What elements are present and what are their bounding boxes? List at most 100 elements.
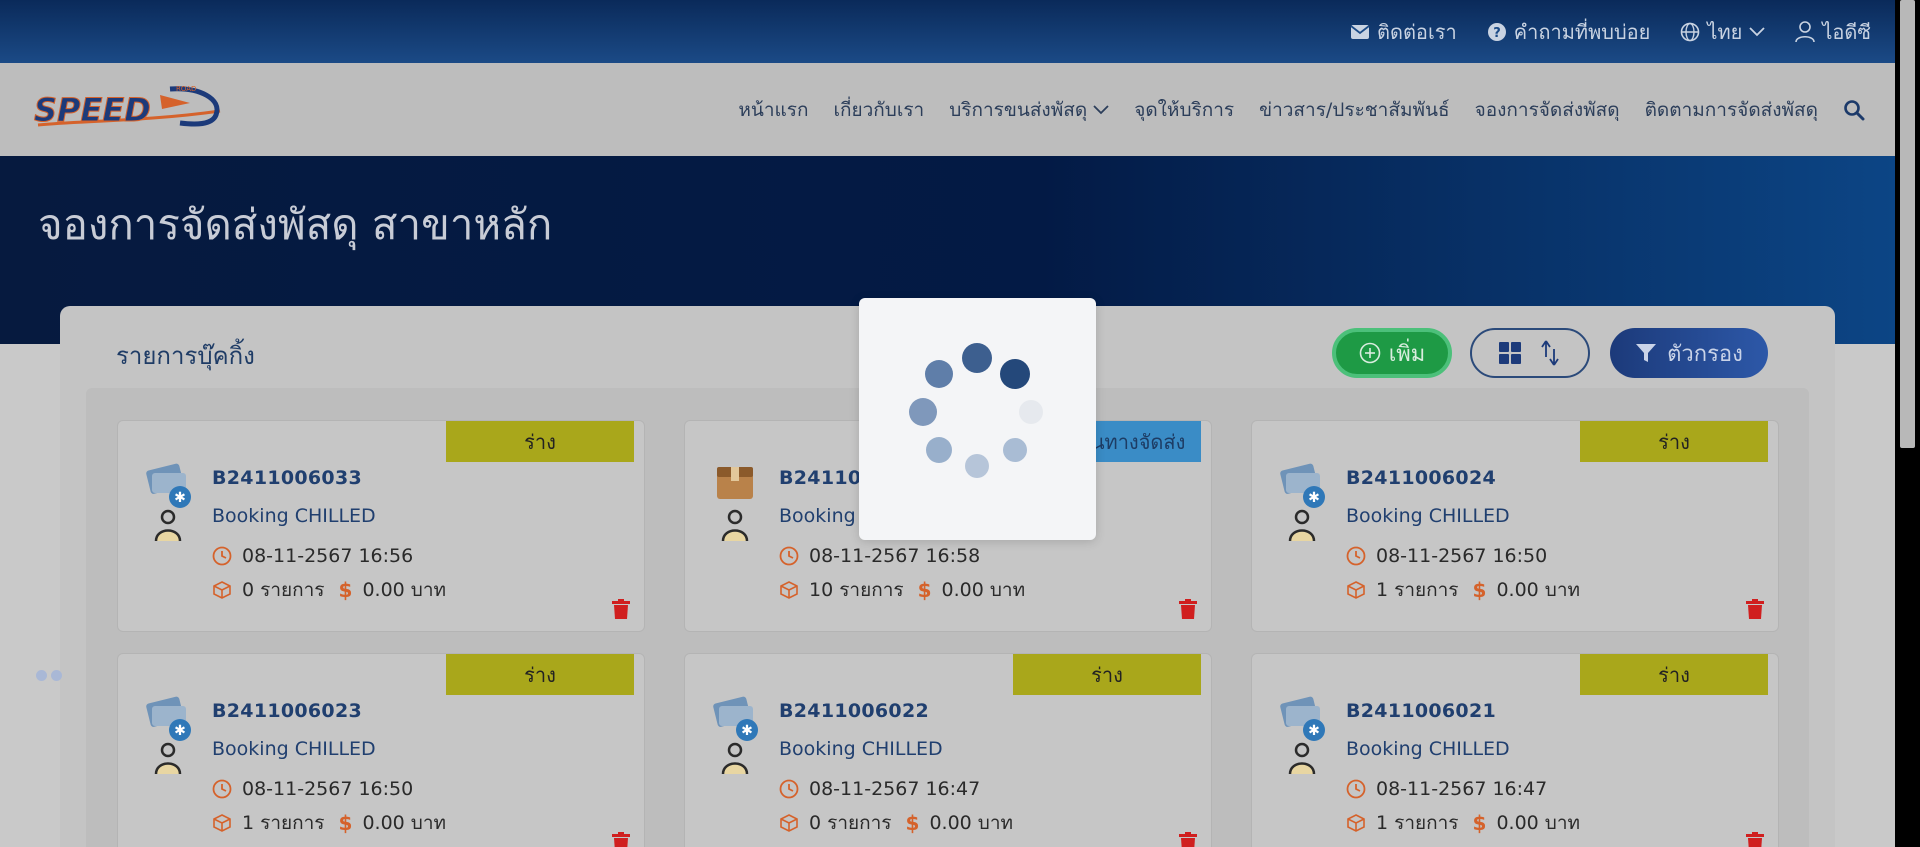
- contact-label: ติดต่อเรา: [1376, 19, 1457, 44]
- side-dots: [36, 670, 62, 681]
- sort-arrows-icon: [1541, 340, 1559, 366]
- trash-icon: [1746, 599, 1764, 619]
- svg-text:SPEED: SPEED: [34, 91, 151, 129]
- booking-amount: 0.00 บาท: [1496, 579, 1581, 601]
- chilled-box-user-icon: ✱: [1278, 694, 1326, 775]
- chilled-box-user-icon: ✱: [144, 461, 192, 542]
- search-button[interactable]: [1843, 99, 1865, 121]
- user-label: ไอดีซี: [1822, 19, 1871, 44]
- delete-button[interactable]: [1179, 832, 1197, 847]
- booking-datetime: 08-11-2567 16:50: [1376, 545, 1548, 567]
- question-circle-icon: ?: [1487, 22, 1506, 41]
- svg-text:✱: ✱: [741, 723, 753, 739]
- nav-service-points[interactable]: จุดให้บริการ: [1134, 95, 1234, 125]
- clock-icon: [212, 546, 232, 566]
- spinner-dot: [1003, 438, 1027, 462]
- spinner-dot: [965, 454, 989, 478]
- dry-box-user-icon: [711, 461, 759, 542]
- page-title: จองการจัดส่งพัสดุ สาขาหลัก: [38, 200, 553, 249]
- booking-datetime: 08-11-2567 16:50: [242, 778, 414, 800]
- nav-services-label: บริการขนส่งพัสดุ: [949, 98, 1088, 121]
- faq-link[interactable]: ? คำถามที่พบบ่อย: [1487, 16, 1650, 48]
- scrollbar-thumb[interactable]: [1900, 0, 1915, 448]
- booking-summary-row: 1 รายการ $ 0.00 บาท: [212, 808, 446, 838]
- booking-datetime: 08-11-2567 16:47: [1376, 778, 1548, 800]
- chilled-box-user-icon: ✱: [1278, 461, 1326, 542]
- booking-type: Booking CHILLED: [212, 738, 376, 760]
- booking-datetime-row: 08-11-2567 16:47: [1346, 778, 1547, 800]
- globe-icon: [1681, 22, 1700, 41]
- delete-button[interactable]: [612, 599, 630, 623]
- status-badge: ร่าง: [1580, 421, 1768, 462]
- add-label: เพิ่ม: [1388, 341, 1426, 367]
- dollar-icon: $: [338, 811, 353, 835]
- booking-datetime: 08-11-2567 16:58: [809, 545, 981, 567]
- trash-icon: [1746, 832, 1764, 847]
- box-icon: [213, 581, 231, 599]
- booking-code[interactable]: B2411006033: [212, 467, 362, 489]
- dollar-icon: $: [1472, 811, 1487, 835]
- chevron-down-icon: [1093, 104, 1109, 114]
- box-icon: [213, 814, 231, 832]
- plus-circle-icon: [1359, 342, 1381, 364]
- booking-datetime-row: 08-11-2567 16:50: [212, 778, 413, 800]
- delete-button[interactable]: [612, 832, 630, 847]
- delete-button[interactable]: [1746, 832, 1764, 847]
- booking-card[interactable]: ร่าง ✱ B2411006033 Booking CHILLED 08-11…: [117, 420, 645, 632]
- chevron-down-icon: [1749, 26, 1765, 36]
- svg-text:ROAD: ROAD: [176, 85, 196, 93]
- view-sort-toggle[interactable]: [1470, 328, 1590, 378]
- booking-code[interactable]: B2411006023: [212, 700, 362, 722]
- delete-button[interactable]: [1746, 599, 1764, 623]
- spinner-dot: [909, 398, 937, 426]
- nav-tracking[interactable]: ติดตามการจัดส่งพัสดุ: [1645, 95, 1818, 125]
- booking-card[interactable]: ร่าง ✱ B2411006024 Booking CHILLED 08-11…: [1251, 420, 1779, 632]
- spinner-dot: [962, 343, 992, 373]
- booking-amount: 0.00 บาท: [362, 579, 447, 601]
- clock-icon: [779, 779, 799, 799]
- speed-d-logo[interactable]: SPEED ROAD: [30, 81, 230, 137]
- panel-title: รายการบุ๊คกิ้ง: [116, 342, 255, 370]
- nav-booking[interactable]: จองการจัดส่งพัสดุ: [1475, 95, 1620, 125]
- spinner-dot: [925, 360, 953, 388]
- delete-button[interactable]: [1179, 599, 1197, 623]
- trash-icon: [612, 832, 630, 847]
- dollar-icon: $: [905, 811, 920, 835]
- booking-datetime: 08-11-2567 16:47: [809, 778, 981, 800]
- booking-code[interactable]: B2411006024: [1346, 467, 1496, 489]
- filter-button[interactable]: ตัวกรอง: [1610, 328, 1768, 378]
- booking-amount: 0.00 บาท: [1496, 812, 1581, 834]
- booking-item-count: 1 รายการ: [242, 812, 325, 834]
- booking-summary-row: 0 รายการ $ 0.00 บาท: [779, 808, 1013, 838]
- booking-type: Booking CHILLED: [1346, 738, 1510, 760]
- nav-menu: หน้าแรก เกี่ยวกับเรา บริการขนส่งพัสดุ จุ…: [738, 63, 1865, 156]
- grid-icon: [1499, 342, 1521, 364]
- add-button[interactable]: เพิ่ม: [1332, 328, 1452, 378]
- language-selector[interactable]: ไทย: [1680, 16, 1765, 48]
- trash-icon: [1179, 832, 1197, 847]
- booking-item-count: 10 รายการ: [809, 579, 904, 601]
- envelope-icon: [1350, 24, 1370, 39]
- contact-link[interactable]: ติดต่อเรา: [1350, 16, 1457, 48]
- chilled-box-user-icon: ✱: [144, 694, 192, 775]
- filter-icon: [1636, 344, 1657, 362]
- booking-type: Booking CHILLED: [779, 738, 943, 760]
- booking-summary-row: 1 รายการ $ 0.00 บาท: [1346, 808, 1580, 838]
- booking-datetime: 08-11-2567 16:56: [242, 545, 414, 567]
- dollar-icon: $: [338, 578, 353, 602]
- booking-code[interactable]: B2411006022: [779, 700, 929, 722]
- nav-news[interactable]: ข่าวสาร/ประชาสัมพันธ์: [1259, 95, 1449, 125]
- nav-home[interactable]: หน้าแรก: [738, 95, 808, 125]
- booking-code[interactable]: B2411006021: [1346, 700, 1496, 722]
- dollar-icon: $: [1472, 578, 1487, 602]
- booking-datetime-row: 08-11-2567 16:58: [779, 545, 980, 567]
- booking-card[interactable]: ร่าง ✱ B2411006022 Booking CHILLED 08-11…: [684, 653, 1212, 847]
- booking-card[interactable]: ร่าง ✱ B2411006023 Booking CHILLED 08-11…: [117, 653, 645, 847]
- box-icon: [1347, 581, 1365, 599]
- search-icon: [1844, 99, 1865, 120]
- nav-services[interactable]: บริการขนส่งพัสดุ: [949, 95, 1109, 125]
- booking-summary-row: 1 รายการ $ 0.00 บาท: [1346, 575, 1580, 605]
- nav-about[interactable]: เกี่ยวกับเรา: [833, 95, 924, 125]
- booking-card[interactable]: ร่าง ✱ B2411006021 Booking CHILLED 08-11…: [1251, 653, 1779, 847]
- user-menu[interactable]: ไอดีซี: [1795, 16, 1871, 48]
